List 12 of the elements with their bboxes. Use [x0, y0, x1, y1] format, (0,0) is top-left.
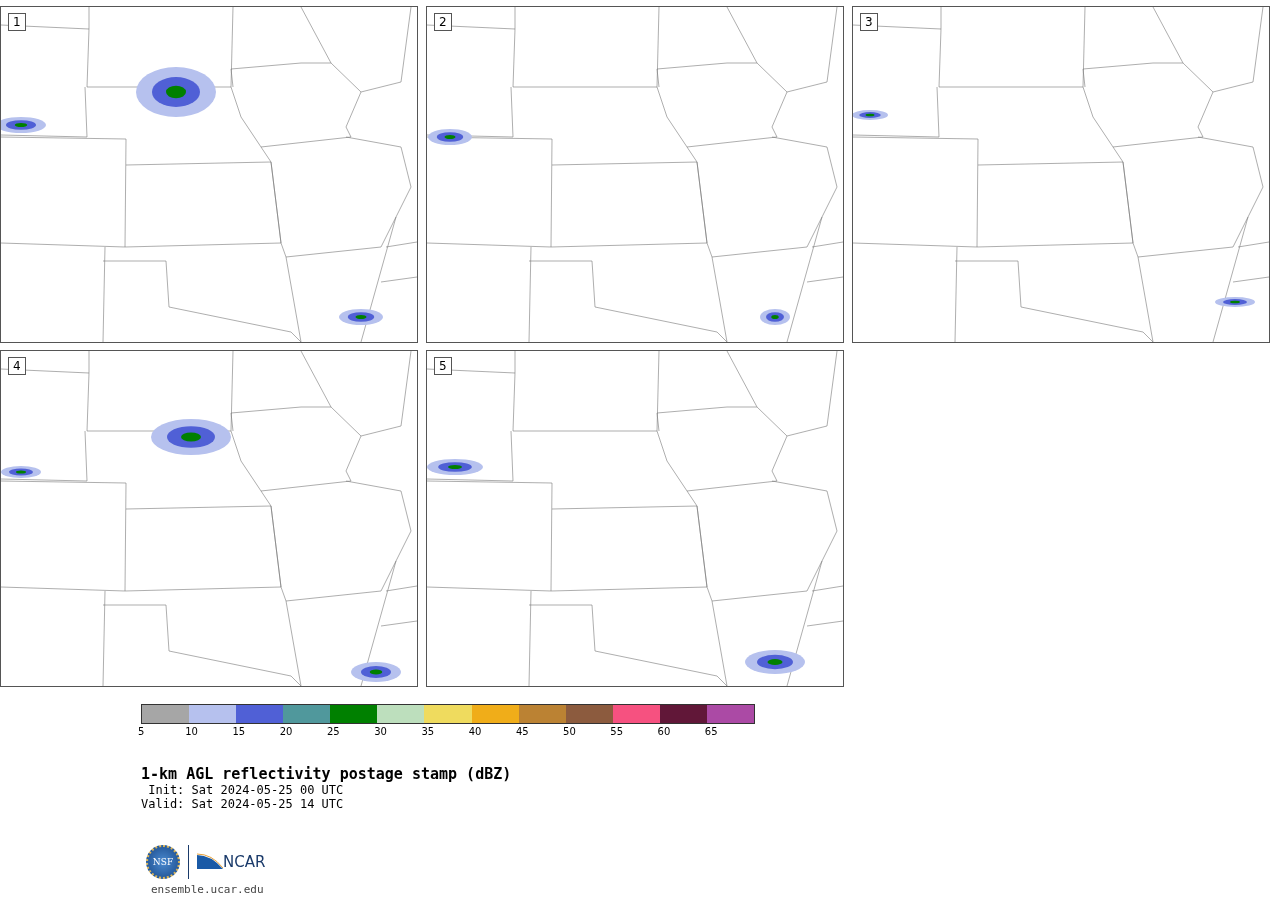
panel-number: 2 — [434, 13, 452, 31]
chart-title: 1-km AGL reflectivity postage stamp (dBZ) — [141, 765, 513, 783]
panel-number: 4 — [8, 357, 26, 375]
panel-number: 1 — [8, 13, 26, 31]
panel-number: 3 — [860, 13, 878, 31]
init-time: Init: Sat 2024-05-25 00 UTC — [147, 783, 345, 797]
nsf-logo: NSF — [146, 845, 180, 879]
valid-time: Valid: Sat 2024-05-25 14 UTC — [141, 797, 345, 811]
panel-number: 5 — [434, 357, 452, 375]
tick-label: 65 — [704, 725, 719, 739]
ncar-logo: NCAR — [197, 853, 266, 871]
site-url: ensemble.ucar.edu — [151, 883, 265, 896]
